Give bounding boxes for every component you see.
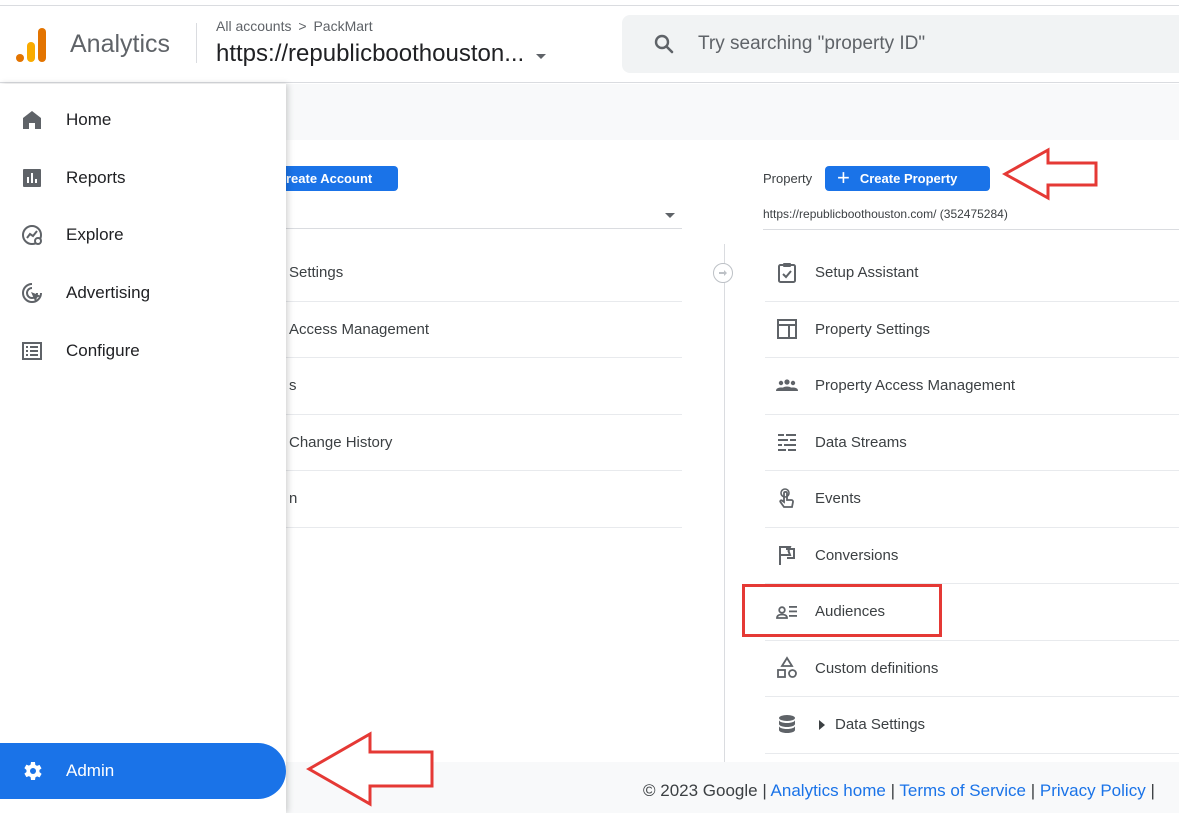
- search-input[interactable]: Try searching "property ID": [698, 33, 925, 55]
- property-column-label: Property: [763, 171, 813, 186]
- admin-arrow-icon: [306, 731, 434, 807]
- app-header: Analytics All accounts > PackMart https:…: [0, 6, 1179, 83]
- events-item[interactable]: Events: [765, 471, 1179, 528]
- footer: © 2023 Google | Analytics home | Terms o…: [643, 781, 1155, 801]
- home-icon: [20, 108, 44, 132]
- streams-icon: [775, 430, 799, 454]
- column-divider: [724, 244, 725, 762]
- account-settings-list: Settings Access Management s Change Hist…: [286, 245, 682, 528]
- admin-toolbar-band: [286, 84, 1179, 140]
- create-property-button[interactable]: + Create Property: [825, 166, 990, 191]
- all-filters-item[interactable]: s: [286, 358, 682, 415]
- breadcrumb-account: PackMart: [313, 18, 373, 34]
- property-name: https://republicboothouston...: [216, 40, 525, 67]
- analytics-logo-icon[interactable]: [16, 28, 48, 62]
- create-property-arrow-icon: [1002, 147, 1098, 201]
- bar-chart-icon: [20, 166, 44, 190]
- list-icon: [20, 339, 44, 363]
- sidebar-item-advertising[interactable]: Advertising: [0, 268, 286, 318]
- privacy-policy-link[interactable]: Privacy Policy: [1040, 781, 1146, 800]
- breadcrumb-root: All accounts: [216, 18, 292, 34]
- data-streams-item[interactable]: Data Streams: [765, 415, 1179, 471]
- touch-icon: [775, 487, 799, 511]
- breadcrumb-chevron-icon: >: [298, 18, 307, 34]
- search-icon: [654, 34, 674, 54]
- expand-triangle-icon[interactable]: [819, 719, 825, 730]
- property-selector[interactable]: https://republicboothouston...: [216, 40, 547, 68]
- property-access-management-item[interactable]: Property Access Management: [765, 358, 1179, 415]
- footer-separator: |: [1150, 781, 1155, 800]
- search-bar[interactable]: Try searching "property ID": [622, 15, 1179, 73]
- gear-icon: [20, 759, 44, 783]
- account-settings-item[interactable]: Settings: [286, 245, 682, 302]
- header-divider: [196, 23, 197, 63]
- custom-definitions-item[interactable]: Custom definitions: [765, 641, 1179, 697]
- data-settings-item[interactable]: Data Settings: [765, 697, 1179, 754]
- people-icon: [775, 374, 799, 398]
- shapes-icon: [775, 656, 799, 680]
- conversions-item[interactable]: Conversions: [765, 528, 1179, 584]
- arrow-right-circle-icon: [713, 263, 733, 283]
- sidebar-item-explore[interactable]: Explore: [0, 210, 286, 260]
- footer-separator: |: [1030, 781, 1036, 800]
- explore-icon: [20, 223, 44, 247]
- footer-separator: |: [890, 781, 895, 800]
- copyright: © 2023 Google |: [643, 781, 767, 800]
- sidebar-item-home[interactable]: Home: [0, 95, 286, 145]
- cursor-icon: [20, 281, 44, 305]
- dropdown-caret-icon: [536, 53, 547, 59]
- app-name[interactable]: Analytics: [70, 30, 170, 59]
- account-change-history-item[interactable]: Change History: [286, 415, 682, 471]
- left-nav-drawer: Home Reports Explore Advertising Configu…: [0, 84, 286, 813]
- breadcrumb[interactable]: All accounts > PackMart: [216, 18, 373, 34]
- property-selector-underline: [763, 229, 1179, 230]
- analytics-home-link[interactable]: Analytics home: [771, 781, 886, 800]
- property-settings-item[interactable]: Property Settings: [765, 302, 1179, 358]
- account-access-management-item[interactable]: Access Management: [286, 302, 682, 358]
- database-icon: [775, 713, 799, 737]
- property-url[interactable]: https://republicboothouston.com/ (352475…: [763, 207, 1008, 221]
- account-selector[interactable]: [286, 205, 682, 229]
- create-account-button[interactable]: reate Account: [270, 166, 398, 191]
- setup-assistant-item[interactable]: Setup Assistant: [765, 245, 1179, 302]
- sidebar-item-reports[interactable]: Reports: [0, 153, 286, 203]
- dropdown-caret-icon: [665, 213, 675, 218]
- sidebar-item-configure[interactable]: Configure: [0, 326, 286, 376]
- trash-can-item[interactable]: n: [286, 471, 682, 528]
- flag-icon: [775, 543, 799, 567]
- property-settings-list: Setup Assistant Property Settings Proper…: [765, 245, 1179, 754]
- audiences-highlight-box: [742, 584, 942, 637]
- terms-of-service-link[interactable]: Terms of Service: [899, 781, 1026, 800]
- sidebar-item-admin[interactable]: Admin: [0, 743, 286, 799]
- clipboard-check-icon: [775, 261, 799, 285]
- layout-icon: [775, 317, 799, 341]
- plus-icon: +: [837, 164, 850, 190]
